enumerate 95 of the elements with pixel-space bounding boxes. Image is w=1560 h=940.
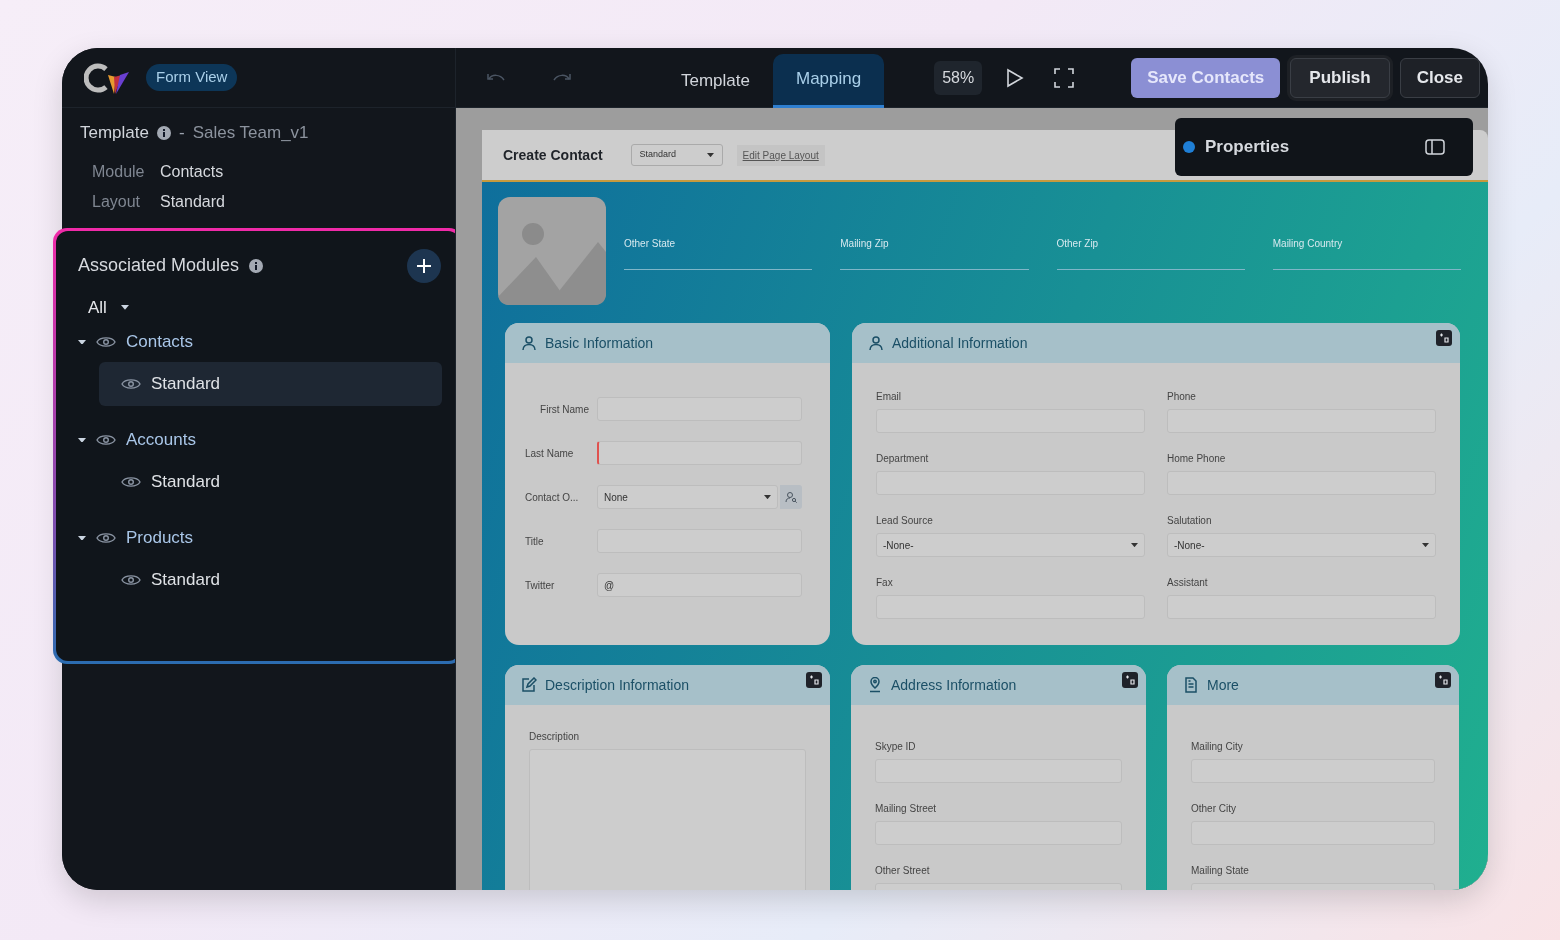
section-title: Address Information — [891, 675, 1017, 695]
edit-icon — [521, 677, 537, 693]
field-label: Mailing State — [1191, 864, 1250, 878]
field-label: Twitter — [525, 578, 556, 593]
person-icon — [868, 335, 884, 351]
person-icon — [521, 335, 537, 351]
select-field[interactable]: -None- — [1167, 533, 1436, 557]
field-label: Other Street — [875, 864, 931, 878]
field-label: Other City — [1191, 802, 1237, 816]
field-label: Home Phone — [1167, 452, 1227, 466]
meta-label: Layout — [92, 191, 142, 212]
field-label: Title — [525, 534, 545, 549]
toolbar-button[interactable]: Close — [1399, 57, 1480, 98]
section-title: Associated Modules — [78, 254, 240, 277]
layout-icon[interactable] — [1435, 672, 1451, 688]
field-label: Salutation — [1167, 514, 1213, 528]
plus-icon — [416, 257, 432, 274]
input-field[interactable] — [597, 441, 802, 465]
zoom-level[interactable]: 58% — [934, 60, 983, 95]
section-title: Basic Information — [545, 333, 654, 353]
caret-icon — [78, 437, 86, 443]
caret-icon — [120, 304, 129, 310]
module-item[interactable]: Contacts — [68, 326, 442, 358]
field-label: Lead Source — [876, 514, 934, 528]
caret-icon — [78, 339, 86, 345]
layout-item[interactable]: Standard — [99, 362, 442, 406]
field-label: Last Name — [525, 446, 575, 461]
eye-icon — [96, 433, 116, 447]
tab[interactable]: Template — [658, 53, 773, 108]
add-button[interactable] — [407, 248, 441, 283]
module-name: Products — [126, 527, 194, 550]
tab[interactable]: Mapping — [773, 53, 885, 108]
meta-label: Module — [92, 161, 146, 182]
meta-value: Standard — [160, 191, 226, 212]
field-label: Skype ID — [875, 740, 917, 754]
person-search-icon[interactable] — [780, 485, 802, 509]
eye-icon — [121, 377, 141, 391]
eye-icon — [96, 335, 116, 349]
field-label: Phone — [1167, 390, 1197, 404]
underline-field[interactable]: Mailing Zip — [840, 230, 1029, 270]
section-title: Description Information — [545, 675, 689, 695]
layout-icon[interactable] — [1122, 672, 1138, 688]
logo — [84, 60, 130, 95]
field-label: Email — [876, 390, 902, 404]
field-label: Mailing Street — [875, 802, 938, 816]
status-dot — [1183, 141, 1195, 153]
layout-icon[interactable] — [806, 672, 822, 688]
toolbar-button[interactable]: Publish — [1290, 57, 1390, 98]
meta-value: Contacts — [160, 161, 225, 182]
select-field[interactable]: -None- — [876, 533, 1145, 557]
edit-layout-link[interactable]: Edit Page Layout — [736, 144, 825, 166]
section-title: Additional Information — [892, 333, 1028, 353]
field-label: Assistant — [1167, 576, 1209, 590]
separator: - — [179, 122, 185, 144]
select-field[interactable]: None — [597, 485, 778, 509]
info-icon — [249, 258, 264, 273]
caret-icon — [764, 494, 771, 500]
module-item[interactable]: Accounts — [68, 424, 442, 456]
caret-icon — [1422, 542, 1429, 548]
layout-item[interactable]: Standard — [99, 558, 442, 602]
field-label: Fax — [876, 576, 894, 590]
image-placeholder-icon[interactable] — [498, 197, 606, 305]
layout-item[interactable]: Standard — [99, 460, 442, 504]
play-icon[interactable] — [1006, 67, 1025, 88]
panel-title: Properties — [1205, 136, 1291, 159]
view-badge: Form View — [146, 64, 238, 91]
module-name: Contacts — [126, 331, 194, 354]
layout-select[interactable]: Standard — [630, 144, 723, 166]
eye-icon — [121, 573, 141, 587]
field-label: Department — [876, 452, 930, 466]
document-icon — [1183, 677, 1199, 693]
filter-dropdown[interactable]: All — [88, 294, 129, 320]
field-label: Mailing City — [1191, 740, 1244, 754]
input-field[interactable]: @ — [597, 573, 802, 597]
field-label: Description — [529, 730, 581, 744]
template-label: Template — [80, 122, 149, 144]
form-title: Create Contact — [503, 145, 603, 165]
sidebar-toggle-icon[interactable] — [1425, 139, 1445, 155]
caret-icon — [78, 535, 86, 541]
template-name: Sales Team_v1 — [192, 122, 309, 144]
field-label: First Name — [539, 402, 589, 417]
module-name: Accounts — [126, 429, 196, 452]
eye-icon — [96, 531, 116, 545]
caret-icon — [706, 152, 714, 158]
module-item[interactable]: Products — [68, 522, 442, 554]
eye-icon — [121, 475, 141, 489]
fullscreen-icon[interactable] — [1054, 67, 1075, 88]
text-area[interactable] — [529, 749, 806, 890]
layout-icon[interactable] — [1436, 330, 1452, 346]
info-icon — [157, 125, 171, 140]
underline-field[interactable]: Other State — [624, 230, 813, 270]
field-label: Contact O... — [525, 490, 580, 505]
caret-icon — [1131, 542, 1138, 548]
location-pin-icon — [867, 677, 883, 693]
section-title: More — [1207, 675, 1239, 695]
